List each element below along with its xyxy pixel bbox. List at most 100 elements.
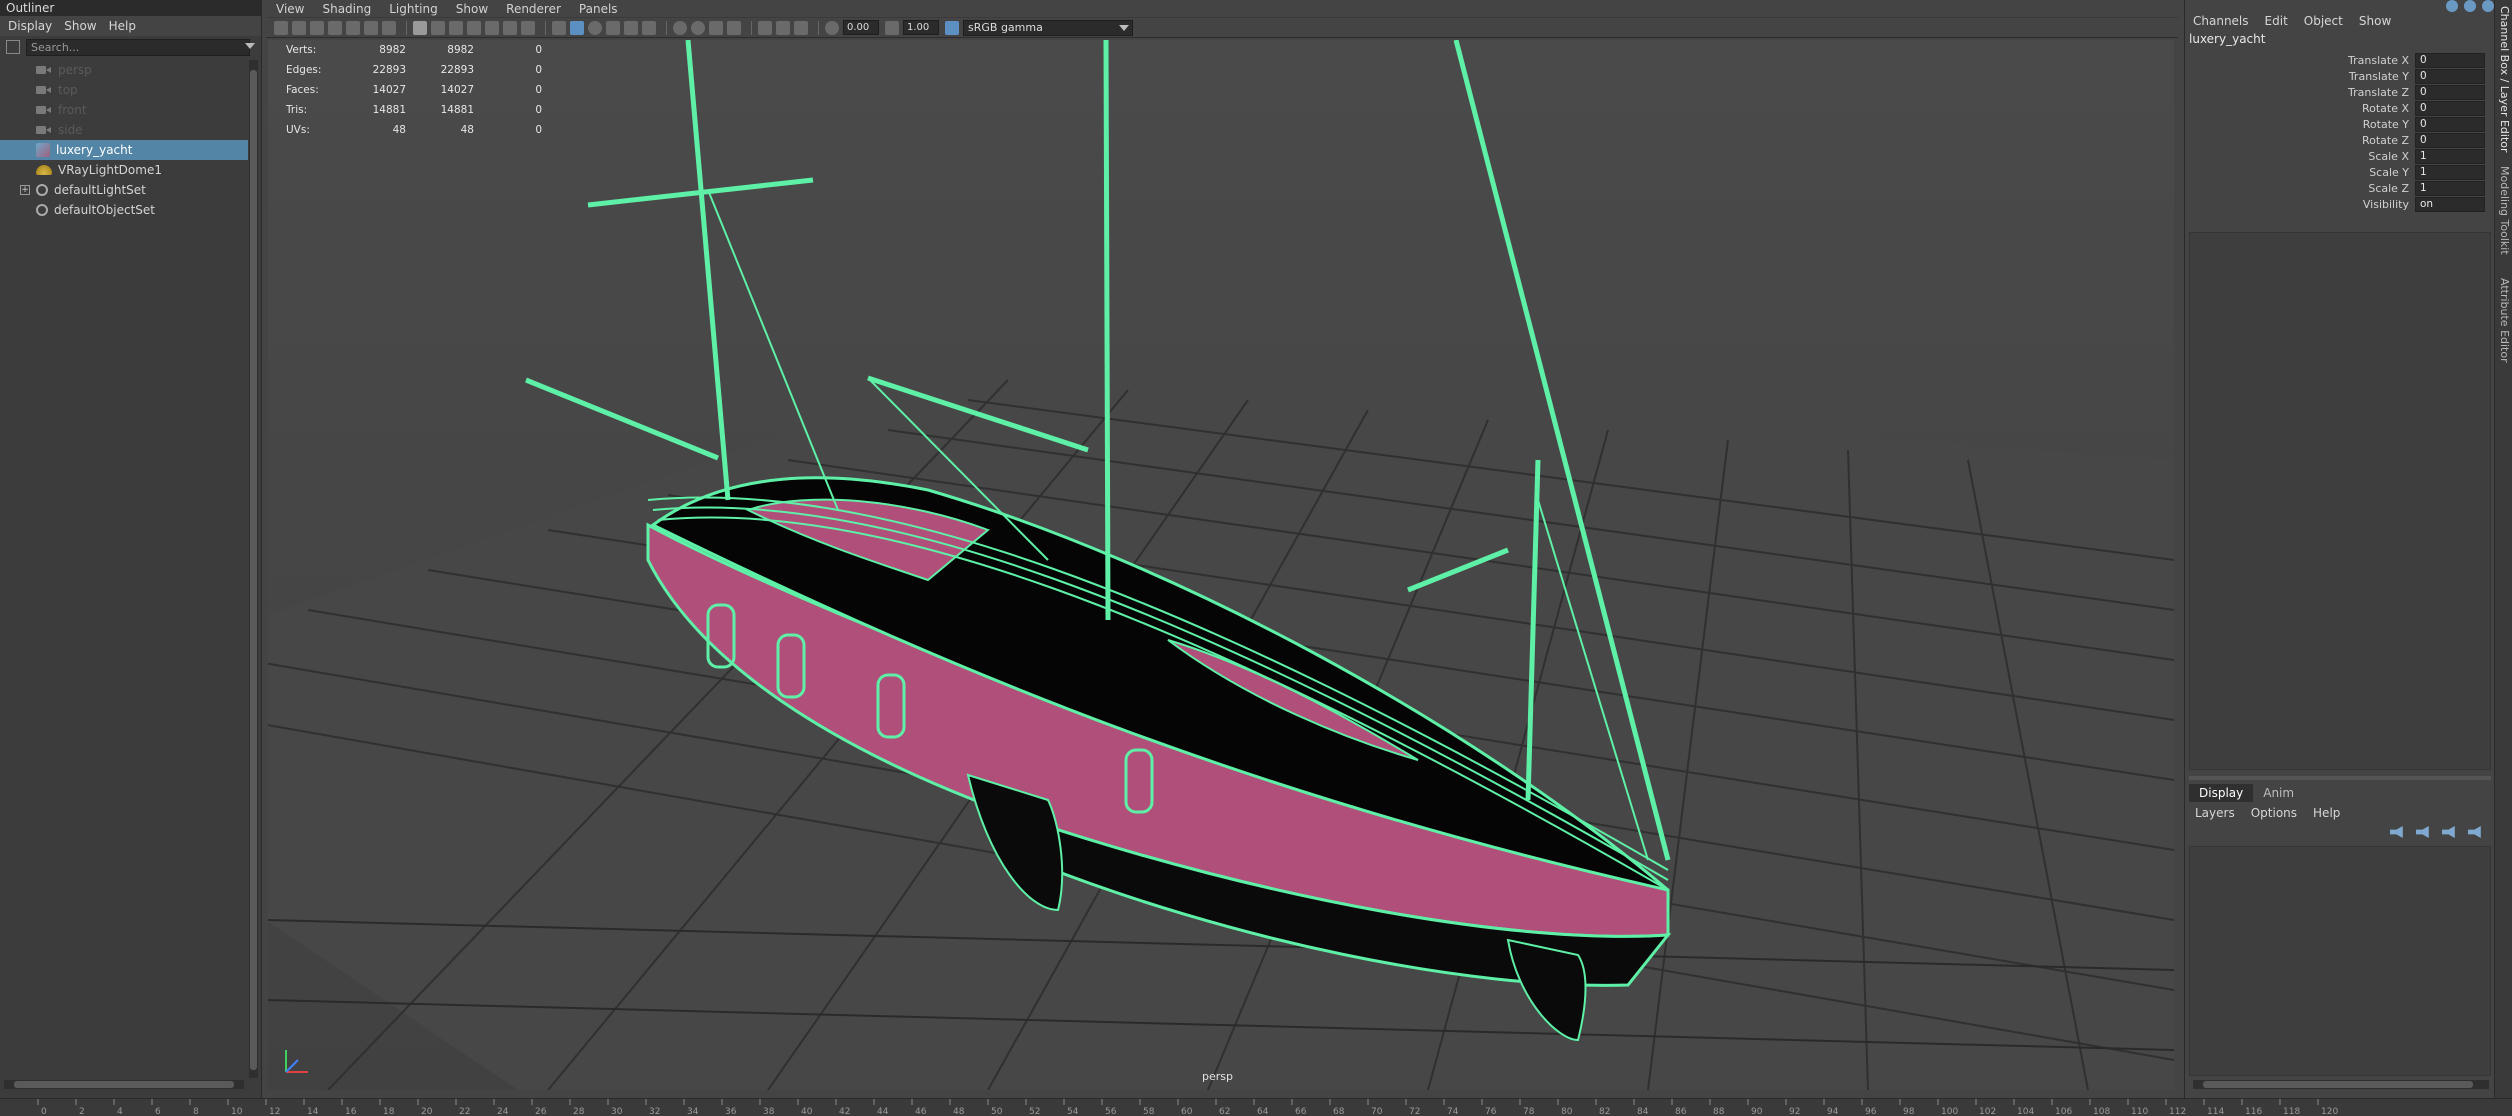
select-camera-icon[interactable]: [274, 20, 288, 35]
2d-pan-zoom-icon[interactable]: [364, 20, 378, 35]
tab-anim[interactable]: Anim: [2253, 784, 2304, 802]
new-layer-from-selection-icon[interactable]: [2468, 826, 2481, 838]
attr-scale-y[interactable]: Scale Y 1: [2185, 164, 2494, 180]
attr-value-field[interactable]: 0: [2415, 116, 2485, 132]
image-plane-icon[interactable]: [346, 20, 360, 35]
layer-list[interactable]: [2189, 846, 2491, 1076]
multisample-aa-icon[interactable]: [727, 20, 741, 35]
outliner-item-persp[interactable]: persp: [0, 60, 248, 80]
layer-menu-help[interactable]: Help: [2313, 804, 2340, 822]
use-all-lights-icon[interactable]: [642, 20, 656, 35]
side-tab-modeling-toolkit[interactable]: Modeling Toolkit: [2496, 166, 2512, 255]
color-space-dropdown[interactable]: sRGB gamma: [963, 19, 1133, 36]
wireframe-on-shaded-icon[interactable]: [606, 20, 620, 35]
screen-space-ao-icon[interactable]: [691, 20, 705, 35]
viewport-menu-show[interactable]: Show: [456, 2, 488, 16]
attr-scale-z[interactable]: Scale Z 1: [2185, 180, 2494, 196]
grease-pencil-icon[interactable]: [382, 20, 396, 35]
outliner-item-defaultobjectset[interactable]: defaultObjectSet: [0, 200, 248, 220]
camera-lock-icon[interactable]: [292, 20, 306, 35]
attr-translate-x[interactable]: Translate X 0: [2185, 52, 2494, 68]
layer-menu-options[interactable]: Options: [2251, 804, 2297, 822]
viewport-menu-lighting[interactable]: Lighting: [389, 2, 438, 16]
outliner-item-luxery-yacht[interactable]: luxery_yacht: [0, 140, 248, 160]
attr-value-field[interactable]: on: [2415, 196, 2485, 212]
outliner-item-defaultlightset[interactable]: + defaultLightSet: [0, 180, 248, 200]
gamma-icon[interactable]: [885, 20, 899, 35]
film-gate-icon[interactable]: [431, 20, 445, 35]
viewport-menu-shading[interactable]: Shading: [322, 2, 371, 16]
outliner-item-front[interactable]: front: [0, 100, 248, 120]
shadows-icon[interactable]: [673, 20, 687, 35]
search-dropdown-icon[interactable]: [245, 43, 255, 49]
gate-mask-icon[interactable]: [467, 20, 481, 35]
xray-icon[interactable]: [776, 20, 790, 35]
expand-toggle[interactable]: +: [20, 185, 30, 195]
gamma-field[interactable]: 1.00: [903, 20, 939, 35]
outliner-item-top[interactable]: top: [0, 80, 248, 100]
scrollbar-thumb[interactable]: [250, 70, 257, 1070]
help-icon[interactable]: [2482, 0, 2494, 12]
bookmark-icon[interactable]: [328, 20, 342, 35]
panel-splitter[interactable]: [2189, 776, 2491, 780]
default-material-icon[interactable]: [588, 20, 602, 35]
side-tab-channel-box[interactable]: Channel Box / Layer Editor: [2496, 6, 2512, 153]
settings-icon[interactable]: [2464, 0, 2476, 12]
layout-icon[interactable]: [2446, 0, 2458, 12]
channel-menu-show[interactable]: Show: [2359, 14, 2391, 28]
move-layer-up-icon[interactable]: [2390, 826, 2403, 838]
attr-value-field[interactable]: 0: [2415, 100, 2485, 116]
outliner-search-input[interactable]: [26, 38, 250, 56]
scrollbar-thumb[interactable]: [14, 1081, 234, 1088]
isolate-select-icon[interactable]: [758, 20, 772, 35]
channel-box-horizontal-scrollbar[interactable]: [2193, 1080, 2489, 1089]
resolution-gate-icon[interactable]: [449, 20, 463, 35]
outliner-vertical-scrollbar[interactable]: [249, 60, 258, 1078]
attr-value-field[interactable]: 1: [2415, 164, 2485, 180]
exposure-icon[interactable]: [825, 20, 839, 35]
color-management-icon[interactable]: [945, 20, 959, 35]
layer-menu-layers[interactable]: Layers: [2195, 804, 2235, 822]
selected-object-name[interactable]: luxery_yacht: [2185, 30, 2494, 48]
attr-rotate-z[interactable]: Rotate Z 0: [2185, 132, 2494, 148]
viewport-canvas[interactable]: Verts: 8982 8982 0 Edges: 22893 22893 0 Faces:…: [268, 40, 2174, 1090]
grid-icon[interactable]: [413, 20, 427, 35]
tab-display[interactable]: Display: [2189, 784, 2254, 802]
move-layer-down-icon[interactable]: [2416, 826, 2429, 838]
outliner-item-vraylightdome[interactable]: VRayLightDome1: [0, 160, 248, 180]
attr-scale-x[interactable]: Scale X 1: [2185, 148, 2494, 164]
attr-value-field[interactable]: 0: [2415, 132, 2485, 148]
textured-icon[interactable]: [624, 20, 638, 35]
smooth-shade-icon[interactable]: [570, 20, 584, 35]
viewport-menu-renderer[interactable]: Renderer: [506, 2, 561, 16]
outliner-item-side[interactable]: side: [0, 120, 248, 140]
exposure-field[interactable]: 0.00: [843, 20, 879, 35]
safe-title-icon[interactable]: [521, 20, 535, 35]
attr-value-field[interactable]: 1: [2415, 148, 2485, 164]
filter-icon[interactable]: [6, 40, 20, 54]
attr-translate-z[interactable]: Translate Z 0: [2185, 84, 2494, 100]
outliner-menu-show[interactable]: Show: [64, 19, 96, 33]
viewport-menu-panels[interactable]: Panels: [579, 2, 618, 16]
time-slider[interactable]: 0 2 4 6 8 10 12 14 16 18 20 22 24 26 28 30 32 34 36 38 40 42 4…: [0, 1098, 2512, 1116]
attr-translate-y[interactable]: Translate Y 0: [2185, 68, 2494, 84]
channel-menu-channels[interactable]: Channels: [2193, 14, 2249, 28]
xray-joints-icon[interactable]: [794, 20, 808, 35]
outliner-menu-help[interactable]: Help: [109, 19, 136, 33]
field-chart-icon[interactable]: [485, 20, 499, 35]
attr-rotate-x[interactable]: Rotate X 0: [2185, 100, 2494, 116]
attr-visibility[interactable]: Visibility on: [2185, 196, 2494, 212]
attr-rotate-y[interactable]: Rotate Y 0: [2185, 116, 2494, 132]
side-tab-attribute-editor[interactable]: Attribute Editor: [2496, 278, 2512, 363]
attr-value-field[interactable]: 0: [2415, 84, 2485, 100]
attr-value-field[interactable]: 0: [2415, 68, 2485, 84]
attr-value-field[interactable]: 1: [2415, 180, 2485, 196]
outliner-horizontal-scrollbar[interactable]: [4, 1080, 244, 1089]
channel-menu-object[interactable]: Object: [2304, 14, 2343, 28]
channel-menu-edit[interactable]: Edit: [2265, 14, 2288, 28]
outliner-menu-display[interactable]: Display: [8, 19, 52, 33]
new-empty-layer-icon[interactable]: [2442, 826, 2455, 838]
scrollbar-thumb[interactable]: [2203, 1081, 2473, 1088]
motion-blur-icon[interactable]: [709, 20, 723, 35]
camera-attributes-icon[interactable]: [310, 20, 324, 35]
